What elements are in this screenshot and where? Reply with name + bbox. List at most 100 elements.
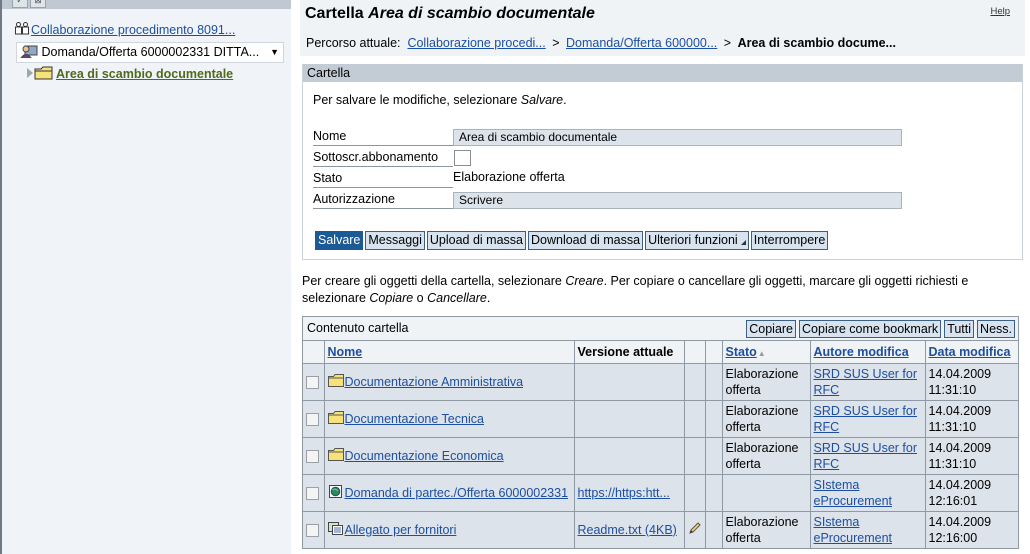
collapse-icon[interactable]: ⊠ — [30, 0, 46, 8]
folder-icon — [327, 410, 344, 424]
nome-input[interactable]: Area di scambio documentale — [453, 129, 902, 146]
version-cell: Readme.txt (4KB) — [574, 511, 685, 548]
item-name-link[interactable]: Documentazione Amministrativa — [345, 375, 524, 389]
item-name-link[interactable]: Documentazione Tecnica — [345, 412, 484, 426]
expand-triangle-icon[interactable] — [27, 68, 33, 78]
breadcrumb-current: Area di scambio docume... — [737, 36, 896, 50]
column-header-autore[interactable]: Autore modifica — [810, 341, 926, 364]
table-title: Contenuto cartella — [307, 321, 409, 335]
pencil-icon[interactable] — [688, 521, 702, 535]
name-cell: Domanda di partec./Offerta 6000002331 — [324, 474, 575, 512]
check-icon[interactable]: ✓ — [12, 0, 28, 8]
item-name-link[interactable]: Allegato per fornitori — [345, 523, 457, 537]
info-text: . — [486, 291, 491, 305]
edit-cell — [684, 474, 706, 512]
table-row[interactable]: Allegato per fornitori Readme.txt (4KB) … — [303, 511, 1018, 548]
author-link[interactable]: SRD SUS User for RFC — [814, 441, 918, 471]
row-checkbox[interactable] — [306, 412, 319, 426]
table-row[interactable]: Documentazione Amministrativa Elaborazio… — [303, 363, 1018, 401]
tree-node-child[interactable]: Area di scambio documentale — [27, 66, 233, 81]
people-icon — [15, 22, 29, 35]
item-name-link[interactable]: Domanda di partec./Offerta 6000002331 — [345, 486, 569, 500]
sort-nome-link[interactable]: Nome — [328, 345, 363, 359]
sort-ascending-icon: ▲ — [757, 348, 766, 358]
row-checkbox[interactable] — [306, 449, 319, 463]
sort-autore-link[interactable]: Autore modifica — [814, 345, 909, 359]
content-instructions: Per creare gli oggetti della cartella, s… — [302, 273, 1012, 307]
version-cell: https://https:htt... — [574, 474, 685, 512]
column-header-edit — [684, 341, 706, 364]
info-action-delete: Cancellare — [427, 291, 487, 305]
column-header-stato[interactable]: Stato▲ — [722, 341, 811, 364]
version-link[interactable]: https://https:htt... — [578, 486, 670, 500]
select-none-button[interactable]: Ness. — [977, 320, 1015, 338]
table-row[interactable]: Documentazione Economica Elaborazione of… — [303, 437, 1018, 475]
table-row[interactable]: Documentazione Tecnica Elaborazione offe… — [303, 400, 1018, 438]
stato-value: Elaborazione offerta — [453, 170, 565, 184]
author-cell: SIstema eProcurement — [810, 511, 926, 548]
row-checkbox[interactable] — [306, 375, 319, 389]
folder-panel-title: Cartella — [303, 64, 1022, 82]
version-cell — [574, 363, 685, 401]
author-link[interactable]: SIstema eProcurement — [814, 515, 893, 545]
author-link[interactable]: SRD SUS User for RFC — [814, 404, 918, 434]
author-link[interactable]: SIstema eProcurement — [814, 478, 893, 508]
table-row[interactable]: Domanda di partec./Offerta 6000002331 ht… — [303, 474, 1018, 512]
mass-download-button[interactable]: Download di massa — [528, 231, 644, 250]
folder-panel: Cartella Per salvare le modifiche, selez… — [302, 64, 1023, 260]
chevron-down-icon[interactable]: ▼ — [270, 43, 279, 62]
sort-stato-link[interactable]: Stato — [726, 345, 757, 359]
edit-cell — [684, 511, 706, 548]
item-name-link[interactable]: Documentazione Economica — [345, 449, 504, 463]
sottoscr-checkbox[interactable] — [454, 150, 471, 166]
blank-cell — [705, 474, 723, 512]
status-cell — [722, 474, 811, 512]
column-header-versione: Versione attuale — [574, 341, 685, 364]
web-link-icon — [328, 484, 342, 498]
page-header: Cartella Area di scambio documentale Hel… — [300, 0, 1025, 56]
help-link[interactable]: Help — [990, 6, 1010, 17]
autorizzazione-input[interactable]: Scrivere — [453, 192, 902, 209]
select-column-header — [303, 341, 325, 364]
messages-button[interactable]: Messaggi — [365, 231, 425, 250]
hint-suffix: . — [563, 93, 567, 107]
version-cell — [574, 437, 685, 475]
save-button[interactable]: Salvare — [315, 231, 364, 250]
copy-as-bookmark-button[interactable]: Copiare come bookmark — [799, 320, 942, 338]
mass-upload-button[interactable]: Upload di massa — [426, 231, 526, 250]
breadcrumb: Percorso attuale: Collaborazione procedi… — [306, 36, 896, 50]
name-cell: Documentazione Economica — [324, 437, 575, 475]
tree-node-root[interactable]: Collaborazione procedimento 8091... — [14, 22, 235, 37]
tree-root-link[interactable]: Collaborazione procedimento 8091... — [31, 23, 235, 37]
menu-arrow-icon — [740, 240, 746, 245]
column-header-data[interactable]: Data modifica — [925, 341, 1018, 364]
name-cell: Documentazione Tecnica — [324, 400, 575, 438]
blank-cell — [705, 511, 723, 548]
folder-icon — [327, 447, 344, 461]
status-cell: Elaborazione offerta — [722, 363, 811, 401]
more-functions-button[interactable]: Ulteriori funzioni — [645, 231, 749, 250]
info-text: Per creare gli oggetti della cartella, s… — [302, 274, 566, 288]
cancel-button[interactable]: Interrompere — [750, 231, 829, 250]
hint-text: Per salvare le modifiche, selezionare — [313, 93, 521, 107]
row-checkbox[interactable] — [306, 523, 319, 537]
breadcrumb-item-1[interactable]: Collaborazione procedi... — [407, 36, 545, 50]
blank-cell — [705, 437, 723, 475]
row-checkbox[interactable] — [306, 486, 319, 500]
date-cell: 14.04.2009 11:31:10 — [925, 400, 1018, 438]
version-link[interactable]: Readme.txt (4KB) — [578, 523, 677, 537]
copy-button[interactable]: Copiare — [746, 320, 797, 338]
author-link[interactable]: SRD SUS User for RFC — [814, 367, 918, 397]
tree-node-selected[interactable]: Domanda/Offerta 6000002331 DITTA... ▼ — [16, 42, 284, 63]
author-cell: SRD SUS User for RFC — [810, 437, 926, 475]
column-header-nome[interactable]: Nome — [324, 341, 575, 364]
blank-cell — [705, 363, 723, 401]
sort-data-link[interactable]: Data modifica — [929, 345, 1011, 359]
document-icon — [327, 521, 343, 535]
info-action-create: Creare — [565, 274, 604, 288]
autorizzazione-label: Autorizzazione — [313, 190, 453, 209]
select-all-button[interactable]: Tutti — [944, 320, 975, 338]
breadcrumb-item-2[interactable]: Domanda/Offerta 600000... — [566, 36, 717, 50]
status-cell: Elaborazione offerta — [722, 437, 811, 475]
main-content: Cartella Area di scambio documentale Hel… — [300, 0, 1030, 554]
